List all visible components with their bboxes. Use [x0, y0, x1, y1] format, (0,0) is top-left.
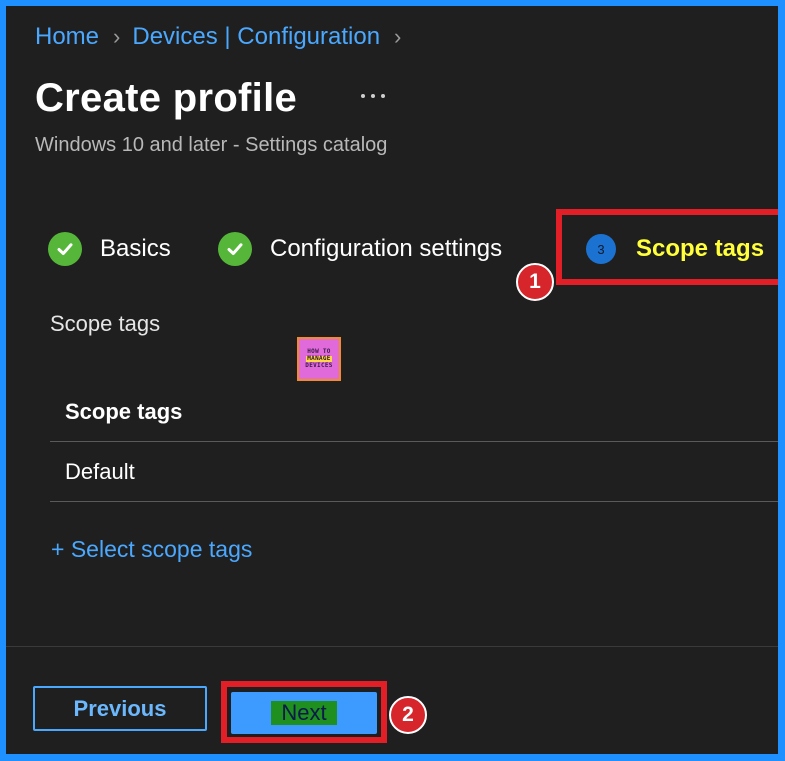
wizard-steps: Basics Configuration settings 3 Scope ta… — [48, 229, 778, 269]
checkmark-circle-icon — [48, 232, 82, 266]
logo-text-line: DEVICES — [305, 362, 333, 370]
footer-divider — [6, 646, 778, 647]
step-label: Basics — [100, 235, 171, 262]
page-subtitle: Windows 10 and later - Settings catalog — [35, 134, 388, 156]
how-to-manage-devices-logo: HOW TO MANAGE DEVICES — [297, 337, 341, 381]
step-scope-tags[interactable]: 3 Scope tags — [586, 229, 764, 269]
next-button[interactable]: Next — [231, 692, 377, 734]
breadcrumb: Home › Devices | Configuration › — [35, 22, 413, 52]
callout-number-2: 2 — [389, 696, 427, 734]
breadcrumb-home[interactable]: Home — [35, 23, 99, 51]
step-label: Configuration settings — [270, 235, 503, 262]
chevron-right-icon: › — [394, 24, 402, 49]
breadcrumb-devices-configuration[interactable]: Devices | Configuration — [132, 23, 380, 51]
previous-button[interactable]: Previous — [33, 686, 207, 731]
create-profile-window: Home › Devices | Configuration › Create … — [6, 6, 778, 754]
more-ellipsis-icon[interactable] — [361, 84, 385, 108]
step-label: Scope tags — [636, 235, 765, 262]
table-row: Default — [50, 442, 778, 502]
step-configuration-settings[interactable]: Configuration settings — [218, 229, 502, 269]
checkmark-circle-icon — [218, 232, 252, 266]
step-number-icon: 3 — [586, 234, 616, 264]
step-basics[interactable]: Basics — [48, 229, 171, 269]
section-label: Scope tags — [50, 311, 161, 336]
scope-tags-table: Scope tags Default — [50, 382, 778, 502]
callout-number-1: 1 — [516, 263, 554, 301]
logo-text-line: HOW TO — [307, 347, 331, 355]
next-button-label: Next — [271, 701, 337, 725]
chevron-right-icon: › — [113, 24, 121, 49]
select-scope-tags-link[interactable]: + Select scope tags — [51, 536, 252, 563]
table-column-header: Scope tags — [50, 382, 778, 442]
page-title: Create profile — [35, 76, 298, 120]
